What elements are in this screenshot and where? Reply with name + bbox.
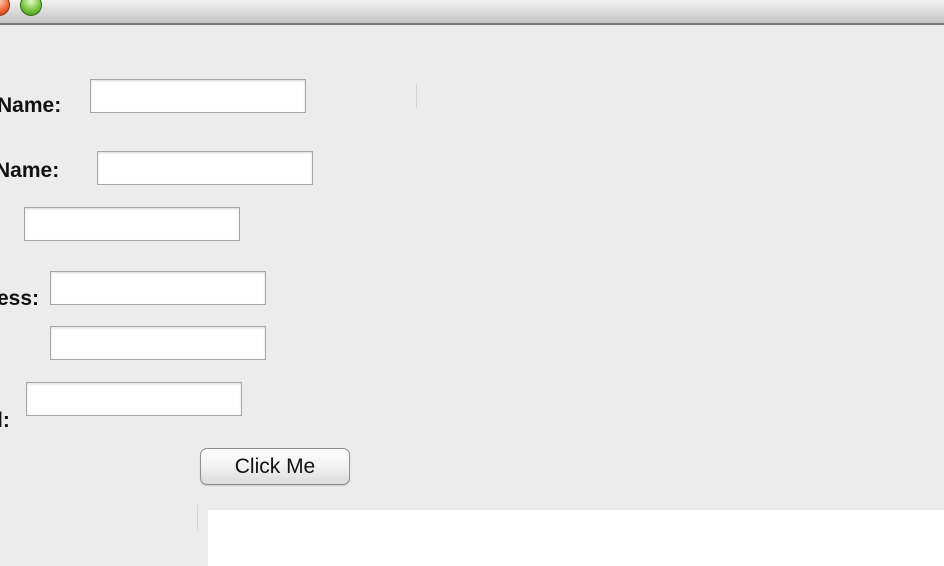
zoom-window-icon[interactable] xyxy=(20,0,42,16)
last-name-label: Name: xyxy=(0,159,60,182)
address-line-2-field[interactable] xyxy=(50,326,266,360)
click-me-button[interactable]: Click Me xyxy=(200,448,350,485)
separator xyxy=(416,84,417,108)
output-area[interactable] xyxy=(208,510,944,566)
third-field[interactable] xyxy=(24,207,240,241)
first-name-field[interactable] xyxy=(90,79,306,113)
close-window-icon[interactable] xyxy=(0,0,10,16)
separator xyxy=(197,505,198,530)
window-title-bar xyxy=(0,0,944,25)
address-label: ess: xyxy=(0,287,40,310)
last-field-label: l: xyxy=(0,409,10,432)
first-name-label: Name: xyxy=(0,94,62,117)
address-field[interactable] xyxy=(50,271,266,305)
last-field[interactable] xyxy=(26,382,242,416)
last-name-field[interactable] xyxy=(97,151,313,185)
